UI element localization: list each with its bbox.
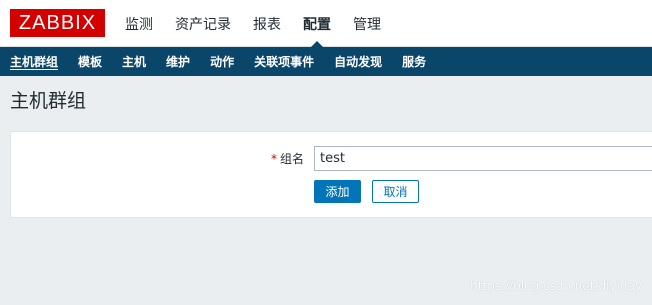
sub-menu-item-host-groups[interactable]: 主机群组 (0, 47, 68, 76)
main-menu-item-label: 监测 (125, 16, 153, 33)
add-button[interactable]: 添加 (314, 180, 361, 203)
sub-menu-item-label: 动作 (210, 55, 235, 69)
main-menu-item-label: 管理 (353, 16, 381, 33)
sub-menu-item-label: 维护 (166, 55, 191, 69)
sub-navigation: 主机群组 模板 主机 维护 动作 关联项事件 自动发现 服务 (0, 47, 652, 76)
group-name-input[interactable] (314, 146, 652, 171)
host-group-form: *组名 添加 取消 (10, 131, 652, 218)
sub-menu-item-event-correlation[interactable]: 关联项事件 (244, 47, 324, 76)
sub-menu-item-label: 主机群组 (10, 55, 59, 69)
logo-text: ZABBIX (18, 12, 97, 34)
cancel-button[interactable]: 取消 (372, 180, 419, 203)
main-menu-item-monitoring[interactable]: 监测 (114, 0, 164, 47)
main-menu-item-inventory[interactable]: 资产记录 (164, 0, 242, 47)
sub-menu-item-maintenance[interactable]: 维护 (156, 47, 200, 76)
sub-menu-item-services[interactable]: 服务 (392, 47, 436, 76)
sub-menu-item-label: 主机 (122, 55, 147, 69)
group-name-label-text: 组名 (279, 152, 304, 166)
sub-menu-item-label: 自动发现 (334, 55, 383, 69)
main-menu-item-administration[interactable]: 管理 (342, 0, 392, 47)
sub-menu-item-label: 模板 (78, 55, 103, 69)
main-menu-item-reports[interactable]: 报表 (242, 0, 292, 47)
watermark: https://blog.csdn.net/diyiday (470, 279, 642, 293)
main-menu: 监测 资产记录 报表 配置 管理 (114, 0, 392, 48)
main-menu-item-label: 报表 (253, 16, 281, 33)
sub-menu-item-hosts[interactable]: 主机 (112, 47, 156, 76)
group-name-row: * 组名 (11, 146, 652, 171)
sub-menu-item-actions[interactable]: 动作 (200, 47, 244, 76)
group-name-label: * 组名 (271, 150, 304, 167)
top-navigation: ZABBIX 监测 资产记录 报表 配置 管理 (0, 0, 652, 48)
page-title: 主机群组 (10, 90, 87, 112)
main-menu-item-label: 配置 (303, 16, 331, 33)
sub-menu-item-label: 关联项事件 (254, 55, 315, 69)
sub-menu-item-label: 服务 (402, 55, 427, 69)
zabbix-logo[interactable]: ZABBIX (10, 9, 105, 37)
sub-menu-item-templates[interactable]: 模板 (68, 47, 112, 76)
required-marker: * (270, 152, 277, 166)
sub-menu-item-discovery[interactable]: 自动发现 (324, 47, 392, 76)
main-menu-item-configuration[interactable]: 配置 (292, 0, 342, 48)
main-menu-item-label: 资产记录 (175, 16, 231, 33)
